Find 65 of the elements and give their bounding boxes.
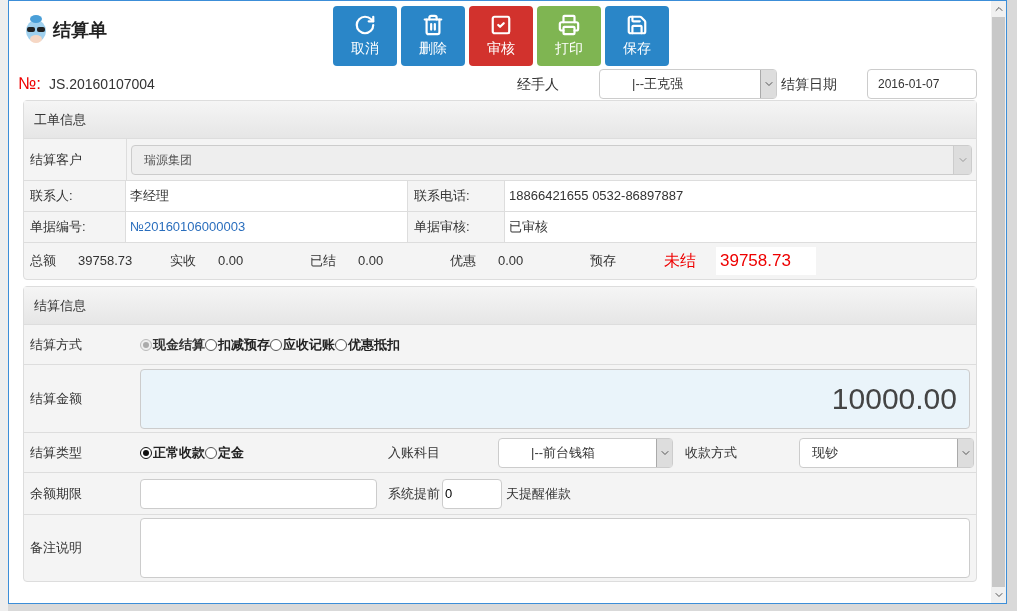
total-value: 0.00	[218, 252, 244, 271]
check-icon	[490, 13, 512, 36]
field-label: 单据审核:	[407, 212, 505, 242]
field-value: 李经理	[129, 187, 170, 206]
toolbar-button[interactable]: 保存	[605, 6, 669, 66]
field-label: 结算金额	[29, 389, 83, 408]
field-label: 系统提前	[388, 484, 440, 503]
total-label: 已结	[310, 252, 336, 271]
status-text: 未结	[664, 251, 697, 271]
trash-icon	[422, 13, 444, 36]
radio-label[interactable]: 定金	[218, 442, 244, 463]
field-label: 余额期限	[29, 484, 83, 503]
scrollbar[interactable]	[991, 1, 1006, 603]
field-value: 18866421655 0532-86897887	[508, 187, 685, 206]
note-textarea[interactable]	[140, 518, 970, 578]
customer-select[interactable]: 瑞源集团	[131, 144, 972, 175]
toolbar-button[interactable]: 审核	[469, 6, 533, 66]
field-label: 结算方式	[29, 335, 83, 354]
total-label: 预存	[590, 252, 616, 271]
handler-label: 经手人	[517, 74, 559, 94]
field-label: 结算客户	[29, 150, 83, 169]
radio-label[interactable]: 应收记账	[283, 334, 335, 355]
amount-field[interactable]: 10000.00	[140, 368, 970, 429]
undo-icon	[354, 13, 376, 36]
panel-header: 结算信息	[24, 287, 976, 325]
total-label: 总额	[30, 252, 56, 271]
field-label: 入账科目	[388, 443, 441, 462]
date-label: 结算日期	[781, 74, 838, 94]
document-number: JS.20160107004	[48, 74, 155, 94]
total-value: 0.00	[498, 252, 524, 271]
radio-label[interactable]: 扣减预存	[218, 334, 270, 355]
document-link[interactable]: №20160106000003	[126, 212, 407, 242]
radio-button[interactable]	[335, 338, 347, 351]
account-select[interactable]: |--前台钱箱	[498, 437, 673, 468]
number-label: №:	[18, 73, 41, 96]
remind-days-field[interactable]: 0	[442, 478, 502, 509]
outstanding-amount: 39758.73	[716, 247, 816, 275]
field-label: 备注说明	[29, 539, 83, 558]
handler-select[interactable]: |--王克强	[599, 69, 777, 99]
radio-label[interactable]: 优惠抵扣	[348, 334, 400, 355]
window-title: 结算单	[53, 18, 107, 42]
field-label: 收款方式	[684, 443, 738, 462]
radio-button[interactable]	[140, 446, 152, 459]
toolbar-button[interactable]: 取消	[333, 6, 397, 66]
radio-button[interactable]	[205, 446, 217, 459]
toolbar-button[interactable]: 删除	[401, 6, 465, 66]
panel-header: 工单信息	[24, 101, 976, 139]
total-value: 39758.73	[78, 252, 133, 271]
field-label: 结算类型	[29, 443, 83, 462]
total-label: 实收	[170, 252, 196, 271]
payment-select[interactable]: 现钞	[799, 437, 974, 468]
field-value: 已审核	[508, 218, 549, 237]
radio-button[interactable]	[205, 338, 217, 351]
term-field[interactable]	[140, 478, 377, 509]
total-value: 0.00	[358, 252, 384, 271]
radio-label[interactable]: 正常收款	[153, 442, 205, 463]
field-label: 单据编号:	[24, 212, 126, 242]
field-label: 天提醒催款	[506, 484, 571, 503]
save-icon	[626, 13, 648, 36]
date-field[interactable]: 2016-01-07	[867, 69, 977, 99]
field-label: 联系电话:	[407, 181, 505, 211]
print-icon	[558, 13, 580, 36]
field-label: 联系人:	[24, 181, 126, 211]
total-label: 优惠	[450, 252, 476, 271]
radio-button[interactable]	[270, 338, 282, 351]
